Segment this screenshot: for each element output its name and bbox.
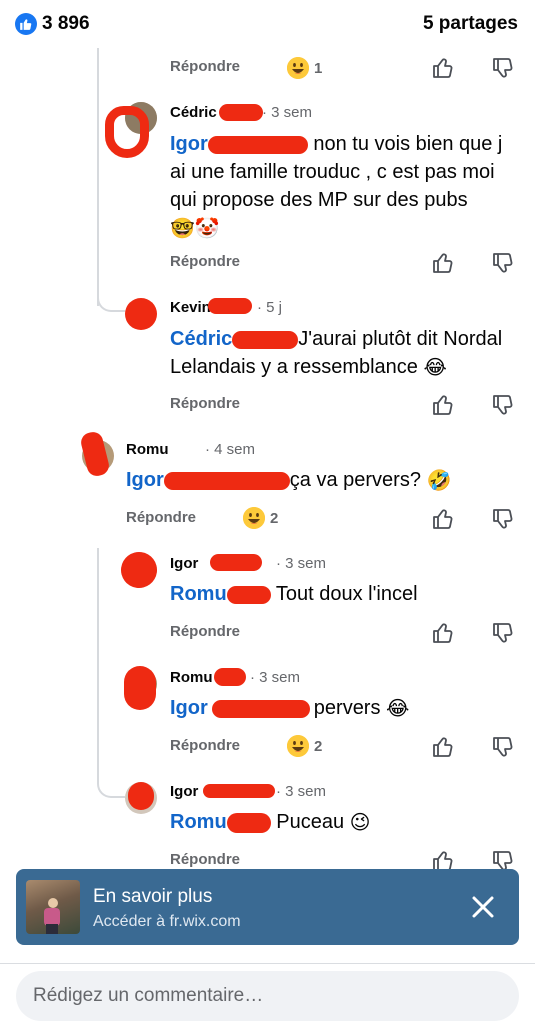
reaction-summary[interactable]: 2 bbox=[287, 735, 322, 757]
grinning-face-icon bbox=[287, 735, 309, 757]
ad-thumbnail bbox=[26, 880, 80, 934]
emoji-winking: 😉 bbox=[349, 811, 371, 834]
downvote-icon[interactable] bbox=[491, 621, 515, 645]
redaction-mark bbox=[105, 106, 149, 158]
redaction-mark bbox=[210, 554, 262, 571]
redaction-mark bbox=[203, 784, 275, 798]
thread-connector bbox=[97, 772, 125, 798]
comment-input-placeholder: Rédigez un commentaire… bbox=[33, 985, 264, 1006]
comment-text: Puceau bbox=[270, 811, 350, 833]
comment-author[interactable]: Kevin bbox=[170, 299, 211, 316]
mention-link[interactable]: Igor bbox=[126, 469, 164, 491]
comment-time[interactable]: · 4 sem bbox=[205, 441, 255, 458]
mention-link[interactable]: Igor bbox=[170, 133, 208, 155]
redaction-mark bbox=[207, 135, 308, 154]
ad-banner[interactable]: En savoir plus Accéder à fr.wix.com bbox=[16, 869, 519, 945]
comment-body: Igor pervers 😂 bbox=[170, 694, 520, 722]
comment-time[interactable]: · 3 sem bbox=[262, 104, 312, 121]
redaction-mark bbox=[124, 666, 156, 710]
comment-text: pervers bbox=[313, 697, 387, 719]
redaction-mark bbox=[128, 782, 154, 810]
ad-title[interactable]: En savoir plus bbox=[93, 886, 212, 908]
redaction-mark bbox=[79, 429, 111, 479]
upvote-icon[interactable] bbox=[431, 56, 455, 80]
reply-button[interactable]: Répondre bbox=[170, 395, 240, 412]
comment-time[interactable]: · 5 j bbox=[257, 299, 282, 316]
upvote-icon[interactable] bbox=[431, 393, 455, 417]
downvote-icon[interactable] bbox=[491, 393, 515, 417]
close-icon[interactable] bbox=[469, 893, 497, 921]
redaction-mark bbox=[114, 545, 164, 595]
grinning-face-icon bbox=[287, 57, 309, 79]
mention-link[interactable]: Romu bbox=[170, 811, 227, 833]
comment-body: Cédric J'aurai plutôt dit Nordal Lelandai… bbox=[170, 325, 525, 381]
comment-text: ça va pervers? bbox=[289, 469, 427, 491]
emoji-nerd-clown: 🤓🤡 bbox=[170, 217, 220, 240]
comment-body: Romu Puceau 😉 bbox=[170, 808, 520, 836]
comment-time[interactable]: · 3 sem bbox=[276, 555, 326, 572]
comment-time[interactable]: · 3 sem bbox=[250, 669, 300, 686]
downvote-icon[interactable] bbox=[491, 507, 515, 531]
ad-subtitle[interactable]: Accéder à fr.wix.com bbox=[93, 913, 241, 931]
reply-button[interactable]: Répondre bbox=[170, 737, 240, 754]
comment-author[interactable]: Romu bbox=[126, 441, 169, 458]
reaction-count: 2 bbox=[270, 509, 279, 527]
downvote-icon[interactable] bbox=[491, 56, 515, 80]
downvote-icon[interactable] bbox=[491, 251, 515, 275]
reply-button[interactable]: Répondre bbox=[170, 851, 240, 868]
shares-count[interactable]: 5 partages bbox=[423, 13, 518, 35]
comment-author[interactable]: Romu bbox=[170, 669, 213, 686]
thread-line bbox=[97, 548, 99, 562]
emoji-laughing: 😂 bbox=[423, 356, 447, 379]
upvote-icon[interactable] bbox=[431, 621, 455, 645]
reply-button[interactable]: Répondre bbox=[170, 623, 240, 640]
avatar[interactable] bbox=[125, 298, 157, 330]
reaction-count: 1 bbox=[314, 59, 323, 77]
divider bbox=[0, 963, 535, 964]
redaction-mark bbox=[232, 330, 299, 349]
thread-line bbox=[97, 560, 99, 782]
reaction-count: 2 bbox=[314, 737, 323, 755]
comment-author[interactable]: Cédric bbox=[170, 104, 217, 121]
thumbs-up-icon[interactable] bbox=[15, 13, 37, 35]
redaction-mark bbox=[211, 699, 310, 718]
mention-link[interactable]: Romu bbox=[170, 583, 227, 605]
redaction-mark bbox=[226, 585, 271, 604]
like-count[interactable]: 3 896 bbox=[42, 13, 90, 35]
emoji-rolling-laughing: 🤣 bbox=[426, 469, 452, 492]
mention-link[interactable]: Igor bbox=[170, 697, 208, 719]
upvote-icon[interactable] bbox=[431, 507, 455, 531]
reply-button[interactable]: Répondre bbox=[170, 58, 240, 75]
comment-author[interactable]: Igor bbox=[170, 783, 198, 800]
reply-button[interactable]: Répondre bbox=[170, 253, 240, 270]
comment-time[interactable]: · 3 sem bbox=[276, 783, 326, 800]
comment-body: Romu Tout doux l'incel bbox=[170, 580, 520, 608]
upvote-icon[interactable] bbox=[431, 735, 455, 759]
reactions-summary-bar: 3 896 5 partages bbox=[0, 0, 535, 48]
thread-connector bbox=[97, 290, 125, 312]
comment-body: Igor non tu vois bien que j ai une famil… bbox=[170, 130, 520, 242]
comment-body: Igor ça va pervers? 🤣 bbox=[126, 466, 526, 494]
mention-link[interactable]: Cédric bbox=[170, 328, 232, 350]
thread-line bbox=[97, 48, 99, 306]
reply-button[interactable]: Répondre bbox=[126, 509, 196, 526]
redaction-mark bbox=[214, 668, 246, 686]
redaction-mark bbox=[208, 298, 252, 314]
comment-text: Tout doux l'incel bbox=[270, 583, 418, 605]
redaction-mark bbox=[163, 471, 290, 490]
redaction-mark bbox=[226, 812, 271, 833]
reaction-summary[interactable]: 1 bbox=[287, 57, 322, 79]
downvote-icon[interactable] bbox=[491, 735, 515, 759]
emoji-laughing: 😂 bbox=[386, 697, 410, 720]
comment-author[interactable]: Igor bbox=[170, 555, 198, 572]
grinning-face-icon bbox=[243, 507, 265, 529]
comment-input[interactable]: Rédigez un commentaire… bbox=[16, 971, 519, 1021]
upvote-icon[interactable] bbox=[431, 251, 455, 275]
redaction-mark bbox=[219, 104, 263, 121]
reaction-summary[interactable]: 2 bbox=[243, 507, 278, 529]
